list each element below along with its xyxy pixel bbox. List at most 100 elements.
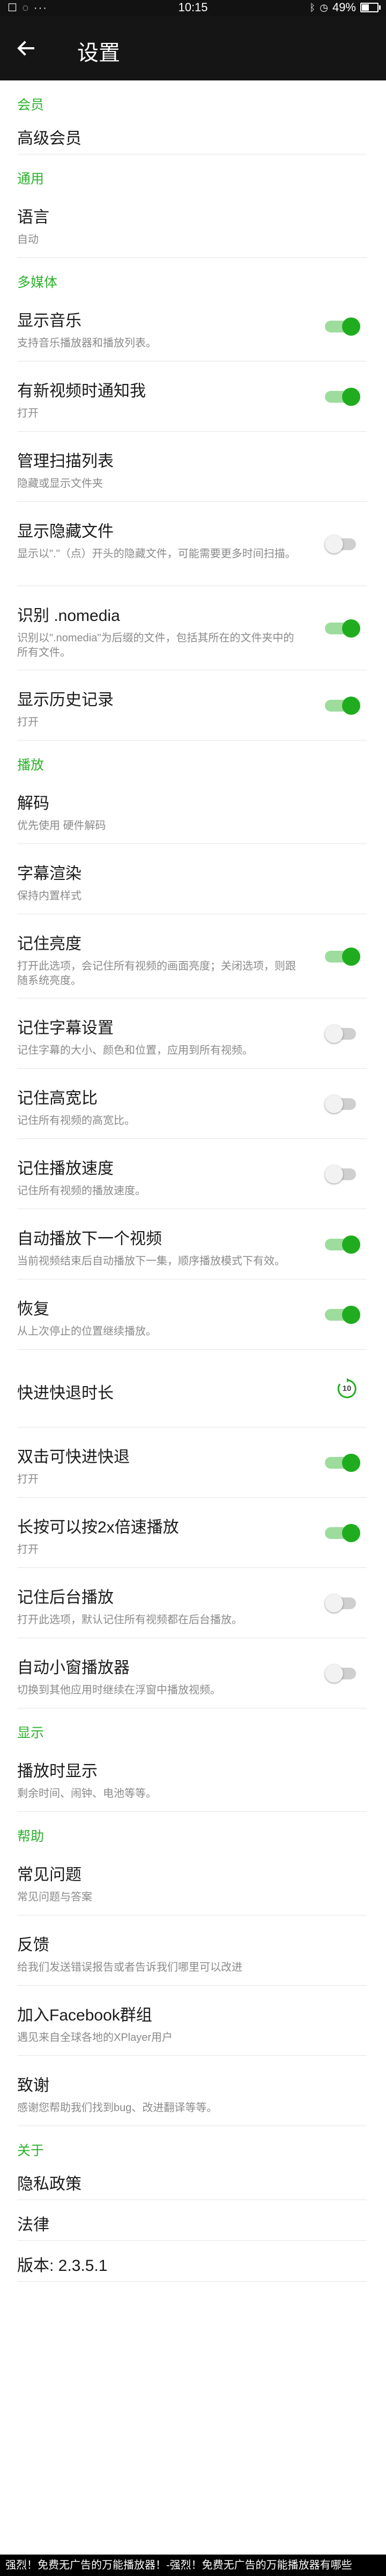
settings-item-label: 法律 — [17, 2216, 49, 2234]
battery-icon — [360, 3, 381, 12]
toggle-switch[interactable] — [325, 1306, 360, 1324]
settings-item-label: 快进快退时长 — [17, 1385, 114, 1402]
toggle-switch[interactable] — [325, 619, 360, 638]
divider — [17, 740, 367, 741]
section-title: 通用 — [17, 172, 44, 187]
settings-item-desc: 切换到其他应用时继续在浮窗中播放视频。 — [17, 1684, 221, 1696]
settings-item[interactable]: 管理扫描列表 隐藏或显示文件夹 — [0, 432, 386, 502]
ad-banner[interactable]: 强烈！免费无广告的万能播放器！-强烈！免费无广告的万能播放器有哪些 — [0, 2555, 386, 2576]
settings-item[interactable]: 长按可以按2x倍速播放 打开 — [0, 1498, 386, 1568]
settings-item[interactable]: 自动播放下一个视频 当前视频结束后自动播放下一集，顺序播放模式下有效。 — [0, 1209, 386, 1279]
settings-item[interactable]: 字幕渲染保持内置样式 — [0, 844, 386, 914]
section-title: 显示 — [17, 1726, 44, 1741]
settings-item-desc: 保持内置样式 — [17, 890, 81, 902]
settings-item-text: 反馈 给我们发送错误报告或者告诉我们哪里可以改进 — [17, 1931, 304, 1975]
seek-10-icon[interactable]: 10 — [336, 1378, 358, 1400]
settings-item[interactable]: 显示历史记录 打开 — [0, 670, 386, 741]
toggle-switch[interactable] — [325, 1594, 360, 1612]
toggle-switch[interactable] — [325, 697, 360, 715]
section-title: 多媒体 — [17, 275, 58, 290]
settings-item[interactable]: 致谢 感谢您帮助我们找到bug、改进翻译等等。 — [0, 2056, 386, 2126]
toggle-knob — [342, 697, 360, 715]
settings-item-text: 记住高宽比 记住所有视频的高宽比。 — [17, 1085, 304, 1128]
settings-item-label: 记住字幕设置 — [17, 1019, 114, 1037]
divider — [17, 2281, 367, 2282]
toggle-knob — [342, 1524, 360, 1542]
settings-item[interactable]: 记住播放速度 记住所有视频的播放速度。 — [0, 1139, 386, 1209]
toggle-switch[interactable] — [325, 1165, 360, 1183]
toggle-switch[interactable] — [325, 1524, 360, 1542]
toggle-knob — [342, 317, 360, 336]
settings-item[interactable]: 记住后台播放 打开此选项，默认记住所有视频都在后台播放。 — [0, 1568, 386, 1638]
settings-item-desc: 打开 — [17, 716, 39, 728]
settings-item[interactable]: 显示隐藏文件 显示以"."（点）开头的隐藏文件，可能需要更多时间扫描。 — [0, 502, 386, 586]
status-bar: ☐ ◌ ··· 10:15 ᛒ ◷ 49% — [0, 0, 386, 16]
settings-item[interactable]: 双击可快进快退 打开 — [0, 1427, 386, 1498]
toggle-switch[interactable] — [325, 1025, 360, 1043]
settings-item-label: 播放时显示 — [17, 1763, 98, 1780]
settings-item[interactable]: 显示音乐支持音乐播放器和播放列表。 — [0, 291, 386, 361]
settings-item-desc: 支持音乐播放器和播放列表。 — [17, 337, 157, 349]
settings-item-desc: 打开 — [17, 1474, 39, 1485]
settings-item-label: 长按可以按2x倍速播放 — [17, 1519, 179, 1536]
toggle-knob — [342, 948, 360, 966]
section-title: 帮助 — [17, 1829, 44, 1844]
toggle-switch[interactable] — [325, 535, 360, 553]
settings-item[interactable]: 快进快退时长 10 — [0, 1350, 386, 1427]
settings-item[interactable]: 解码优先使用 硬件解码 — [0, 774, 386, 844]
settings-item[interactable]: 加入Facebook群组 遇见来自全球各地的XPlayer用户 — [0, 1986, 386, 2056]
settings-item-text: 识别 .nomedia 识别以".nomedia"为后缀的文件，包括其所在的文件夹… — [17, 602, 304, 660]
settings-item[interactable]: 隐私政策 — [0, 2159, 386, 2200]
toggle-switch[interactable] — [325, 1454, 360, 1472]
settings-item[interactable]: 语言 自动 — [0, 188, 386, 258]
settings-item-text: 记住播放速度 记住所有视频的播放速度。 — [17, 1155, 304, 1198]
settings-item[interactable]: 播放时显示 剩余时间、闹钟、电池等等。 — [0, 1742, 386, 1812]
page-title: 设置 — [77, 41, 120, 65]
settings-item-text: 语言 自动 — [17, 204, 304, 247]
settings-item[interactable]: 记住字幕设置 记住字幕的大小、颜色和位置，应用到所有视频。 — [0, 998, 386, 1069]
settings-item[interactable]: 有新视频时通知我 打开 — [0, 361, 386, 432]
toggle-knob — [325, 1095, 343, 1113]
settings-item-text: 播放时显示 剩余时间、闹钟、电池等等。 — [17, 1758, 304, 1801]
settings-item[interactable]: 版本: 2.3.5.1 — [0, 2241, 386, 2282]
settings-item-text: 记住后台播放 打开此选项，默认记住所有视频都在后台播放。 — [17, 1584, 304, 1627]
settings-item-text: 解码优先使用 硬件解码 — [17, 790, 304, 833]
settings-item-desc: 显示以"."（点）开头的隐藏文件，可能需要更多时间扫描。 — [17, 548, 296, 560]
settings-item-label: 识别 .nomedia — [17, 607, 120, 625]
settings-item-desc: 遇见来自全球各地的XPlayer用户 — [17, 2032, 173, 2044]
settings-item-label: 显示音乐 — [17, 312, 81, 330]
settings-item[interactable]: 恢复 从上次停止的位置继续播放。 — [0, 1279, 386, 1350]
settings-item-text: 显示音乐支持音乐播放器和播放列表。 — [17, 307, 304, 351]
toggle-knob — [325, 1025, 343, 1043]
settings-item[interactable]: 记住亮度 打开此选项，会记住所有视频的画面亮度；关闭选项，则跟随系统亮度。 — [0, 914, 386, 998]
settings-item-text: 致谢 感谢您帮助我们找到bug、改进翻译等等。 — [17, 2072, 304, 2115]
section-title: 关于 — [17, 2143, 44, 2158]
toggle-switch[interactable] — [325, 388, 360, 406]
settings-item[interactable]: 反馈 给我们发送错误报告或者告诉我们哪里可以改进 — [0, 1915, 386, 1986]
settings-item-text: 恢复 从上次停止的位置继续播放。 — [17, 1296, 304, 1339]
settings-item[interactable]: 法律 — [0, 2200, 386, 2241]
back-arrow-icon[interactable] — [15, 38, 36, 59]
settings-item-desc: 当前视频结束后自动播放下一集，顺序播放模式下有效。 — [17, 1255, 285, 1267]
settings-item-text: 显示历史记录 打开 — [17, 686, 304, 730]
settings-item[interactable]: 高级会员 — [0, 114, 386, 154]
toggle-knob — [342, 1306, 360, 1324]
toggle-switch[interactable] — [325, 948, 360, 966]
settings-item[interactable]: 常见问题 常见问题与答案 — [0, 1845, 386, 1915]
app-bar: 设置 — [0, 16, 386, 80]
toggle-switch[interactable] — [325, 317, 360, 336]
settings-item-text: 管理扫描列表 隐藏或显示文件夹 — [17, 448, 304, 491]
toggle-switch[interactable] — [325, 1095, 360, 1113]
settings-item-desc: 记住所有视频的播放速度。 — [17, 1185, 146, 1197]
toggle-switch[interactable] — [325, 1235, 360, 1254]
settings-item-text: 显示隐藏文件 显示以"."（点）开头的隐藏文件，可能需要更多时间扫描。 — [17, 518, 304, 561]
settings-item[interactable]: 记住高宽比 记住所有视频的高宽比。 — [0, 1069, 386, 1139]
settings-item[interactable]: 识别 .nomedia 识别以".nomedia"为后缀的文件，包括其所在的文件夹… — [0, 586, 386, 670]
toggle-switch[interactable] — [325, 1664, 360, 1683]
settings-item-desc: 优先使用 硬件解码 — [17, 820, 106, 832]
settings-item[interactable]: 自动小窗播放器 切换到其他应用时继续在浮窗中播放视频。 — [0, 1638, 386, 1708]
settings-item-label: 字幕渲染 — [17, 865, 81, 883]
settings-item-label: 解码 — [17, 795, 49, 812]
toggle-knob — [342, 388, 360, 406]
settings-item-desc: 常见问题与答案 — [17, 1891, 92, 1903]
